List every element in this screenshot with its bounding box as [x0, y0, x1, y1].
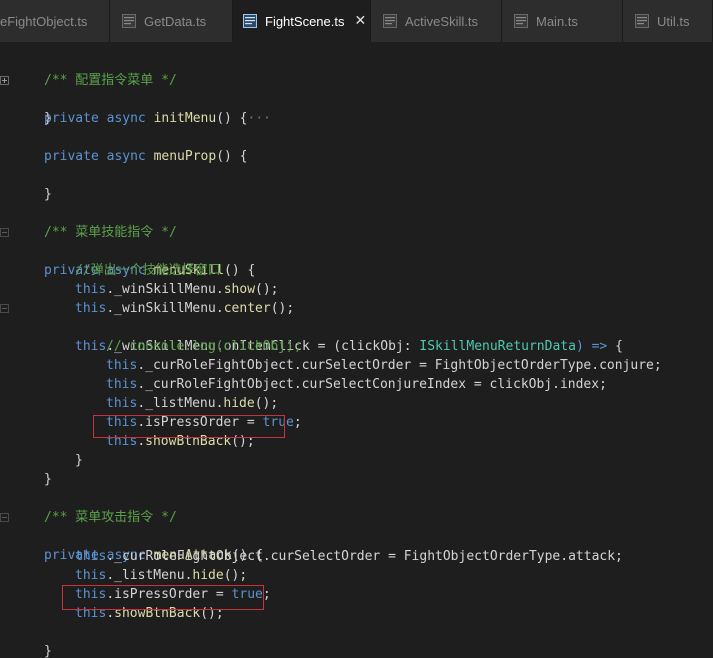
tab-label: Util.ts: [657, 13, 690, 29]
code-line: private async menuAttack() {: [0, 508, 713, 563]
code-line: // console.log(clickObj);: [106, 339, 302, 354]
tab-main[interactable]: Main.ts: [502, 0, 623, 42]
code-line: this._curRoleFightObject.curSelectConjur…: [106, 377, 607, 392]
highlight-box: [62, 585, 264, 610]
code-line: /** 菜单攻击指令 */: [44, 510, 177, 525]
tab-label: ActiveSkill.ts: [405, 13, 478, 29]
fold-expand-icon[interactable]: [0, 76, 9, 85]
code-line: /** 配置指令菜单 */: [44, 73, 177, 88]
code-line: }: [44, 472, 52, 487]
code-line: private async menuProp() {: [44, 149, 248, 164]
tab-efightobject[interactable]: eFightObject.ts: [0, 0, 110, 42]
code-line: this._winSkillMenu.show();: [75, 282, 279, 297]
code-line: private async menuSkill() {: [0, 223, 713, 278]
collapsed-region-marker[interactable]: ···: [248, 111, 271, 126]
fold-collapse-icon[interactable]: [0, 513, 9, 522]
typescript-file-icon: [243, 14, 257, 28]
code-line: this.showBtnBack();: [75, 606, 224, 621]
highlight-box: [93, 415, 285, 438]
code-line: this._curRoleFightObject.curSelectOrder …: [75, 549, 623, 564]
code-line: //弹出一个技能选择窗口: [75, 263, 221, 278]
close-icon[interactable]: ✕: [355, 13, 367, 29]
typescript-file-icon: [514, 14, 528, 28]
tab-util[interactable]: Util.ts: [623, 0, 713, 42]
code-line: this.isPressOrder = true;: [75, 587, 271, 602]
typescript-file-icon: [122, 14, 136, 28]
fold-collapse-icon[interactable]: [0, 228, 9, 237]
code-line: this.showBtnBack();: [106, 434, 255, 449]
code-line: }: [44, 111, 52, 126]
tab-label: FightScene.ts: [265, 13, 345, 29]
code-line: this._listMenu.hide();: [106, 396, 279, 411]
tab-label: Main.ts: [536, 13, 578, 29]
code-line: this.isPressOrder = true;: [106, 415, 302, 430]
tab-getdata[interactable]: GetData.ts: [110, 0, 233, 42]
code-line: }: [75, 453, 83, 468]
code-line: /** 菜单技能指令 */: [44, 225, 177, 240]
tab-fightscene[interactable]: FightScene.ts ✕: [233, 0, 371, 42]
code-line: this._winSkillMenu.center();: [75, 301, 295, 316]
code-editor[interactable]: eFightObject.ts GetData.ts FightScene.ts…: [0, 0, 713, 658]
code-line: this._winSkillMenu.onItemClick = (clickO…: [0, 299, 713, 354]
tab-bar: eFightObject.ts GetData.ts FightScene.ts…: [0, 0, 713, 42]
code-line: }: [44, 187, 52, 202]
code-line: this._listMenu.hide();: [75, 568, 248, 583]
code-line: private async initMenu() {···: [0, 71, 713, 126]
code-line: this._curRoleFightObject.curSelectOrder …: [106, 358, 662, 373]
tab-label: GetData.ts: [144, 13, 207, 29]
typescript-file-icon: [383, 14, 397, 28]
fold-collapse-icon[interactable]: [0, 304, 9, 313]
tab-label: eFightObject.ts: [0, 13, 88, 29]
tab-activeskill[interactable]: ActiveSkill.ts: [371, 0, 502, 42]
typescript-file-icon: [635, 14, 649, 28]
code-line: }: [44, 644, 52, 658]
